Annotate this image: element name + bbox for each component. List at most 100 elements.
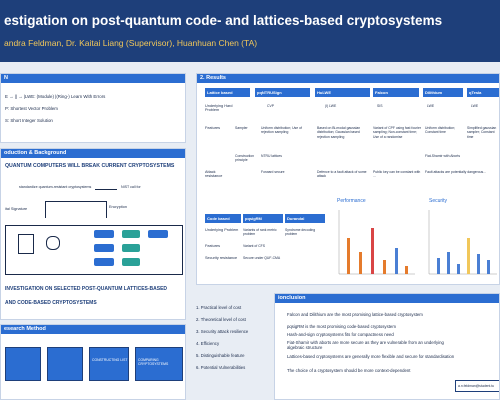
nist-diagram: standardize quantum-resistant cryptosyst… xyxy=(5,175,183,225)
code-row-label-3: Security resistance xyxy=(205,256,238,260)
security-chart xyxy=(428,210,497,275)
conclusion-bullet-2: pqsigRM is the most promising code-based… xyxy=(287,324,396,329)
flow-chip-2 xyxy=(122,230,140,238)
performance-chart xyxy=(338,210,415,275)
research-method-panel: esearch Method CONSTRUCTING LIST COMPARI… xyxy=(0,324,186,400)
performance-bar-2 xyxy=(359,252,362,274)
performance-bar-1 xyxy=(347,238,350,274)
cell-att-3: Public key can be constant with ... xyxy=(373,170,421,179)
table-header-falcon: Falcon xyxy=(373,88,419,97)
security-bar-4 xyxy=(467,238,470,274)
conclusion-panel: ionclusion Falcon and Dilithium are the … xyxy=(274,293,500,400)
rq-1: 1. Practical level of cost xyxy=(196,305,242,310)
flow-lock-icon xyxy=(46,236,60,250)
question-line-1: INVESTIGATION ON SELECTED POST-QUANTUM L… xyxy=(5,286,168,292)
poster-title: estigation on post-quantum code- and lat… xyxy=(4,13,443,28)
research-questions: 1. Practical level of cost 2. Theoretica… xyxy=(192,295,272,375)
code-header-code-based: Code based xyxy=(205,214,241,223)
diagram-arrow-line xyxy=(95,189,117,190)
rq-6: 6. Potential Vulnerabilities xyxy=(196,365,246,370)
security-chart-title: Security xyxy=(429,198,448,204)
cell-hp-3: SIS xyxy=(377,104,383,108)
performance-bar-4 xyxy=(383,260,386,274)
results-panel: 2. Results Lattice based pqNTRUSign HuLW… xyxy=(196,73,500,285)
row-label-hard-problem: Underlying Hard Problem xyxy=(205,104,233,112)
security-bar-6 xyxy=(487,260,490,274)
cell-constr-0: Construction principle xyxy=(235,154,255,163)
method-tile-3-label: CONSTRUCTING LIST xyxy=(92,358,128,362)
conclusion-bullet-1: Falcon and Dilithium are the most promis… xyxy=(287,312,423,317)
question-line-2: AND CODE-BASED CRYPTOSYSTEMS xyxy=(5,300,97,306)
cell-att-2: Defence to a fault attack of some attack xyxy=(317,170,367,179)
cell-hp-2: (I) LWE xyxy=(325,104,337,108)
flow-chip-1 xyxy=(94,230,114,238)
research-method-bar: esearch Method xyxy=(1,325,185,334)
code-row-label-1: Underlying Problem xyxy=(205,228,239,232)
cell-feat-3: Variant of CPF using fast fourier sampli… xyxy=(373,126,421,139)
flow-chip-5 xyxy=(122,244,140,252)
conclusion-bar: ionclusion xyxy=(275,294,499,303)
cell-feat-5: Simplified gaussian sampler; Constant ti… xyxy=(467,126,497,139)
poster-header: estigation on post-quantum code- and lat… xyxy=(0,0,500,62)
code-cell-1-1: Variants of rank metric problem xyxy=(243,228,277,237)
method-tile-1 xyxy=(5,347,41,381)
table-header-qtesla: qTesla xyxy=(467,88,499,97)
security-bar-2 xyxy=(447,252,450,274)
security-bar-1 xyxy=(437,258,440,274)
method-tile-4: COMPARING CRYPTOSYSTEMS xyxy=(135,347,183,381)
abbrev-line-2: P: Shortest Vector Problem xyxy=(5,106,58,111)
contact-box: a.n.feldman@student.tu xyxy=(455,380,499,392)
cell-hp-1: CVP xyxy=(267,104,274,108)
code-row-label-2: Features xyxy=(205,244,220,248)
cell-att-4: Fault attacks are potentially dangerous.… xyxy=(425,170,487,174)
performance-chart-title: Performance xyxy=(337,198,366,204)
flow-chip-6 xyxy=(94,258,114,266)
table-header-dilithium: Dilithium xyxy=(423,88,463,97)
contact-email[interactable]: a.n.feldman@student.tu xyxy=(458,384,494,388)
conclusion-bullet-3: Hash-and-sign cryptosystems fits for com… xyxy=(287,332,394,337)
row-label-attack: Attack resistance xyxy=(205,170,223,178)
conclusion-bullet-4: Fiat-Shamir with aborts are more secure … xyxy=(287,340,444,350)
background-panel: oduction & Background QUANTUM COMPUTERS … xyxy=(0,148,186,320)
rq-2: 2. Theoretical level of cost xyxy=(196,317,246,322)
code-cell-3-1: Secure under QUF-CMA xyxy=(243,256,281,260)
code-header-durandal: Durandal xyxy=(285,214,325,223)
method-tile-2 xyxy=(47,347,83,381)
diagram-text-4: ital Signature xyxy=(5,207,28,211)
rq-5: 5. Distinguishable feature xyxy=(196,353,245,358)
flow-doc-icon xyxy=(18,234,34,254)
cell-att-1: Forward secure xyxy=(261,170,285,174)
code-cell-1-2: Syndrome decoding problem xyxy=(285,228,316,237)
method-tile-3: CONSTRUCTING LIST xyxy=(89,347,129,381)
diagram-text-3: Encryption xyxy=(109,205,127,209)
rq-4: 4. Efficiency xyxy=(196,341,220,346)
crypto-flow-diagram xyxy=(5,225,183,275)
cell-feat-0: Sampler xyxy=(235,126,248,130)
rq-3: 3. Security attack resilience xyxy=(196,329,249,334)
security-bar-5 xyxy=(477,254,480,274)
method-tile-4-label: COMPARING CRYPTOSYSTEMS xyxy=(138,358,169,366)
results-bar: 2. Results xyxy=(197,74,499,83)
cell-constr-1: NTRU lattices xyxy=(261,154,282,158)
abbrev-line-1: E → || → |LWE: (Module) |(Ring-) Learn W… xyxy=(5,94,106,99)
performance-bar-6 xyxy=(405,266,408,274)
cell-constr-4: Fiat-Shamir with Aborts xyxy=(425,154,461,158)
table-header-pqntrusign: pqNTRUSign xyxy=(255,88,310,97)
diagram-branch-line xyxy=(45,201,107,218)
cell-feat-4: Uniform distribution; Constant time xyxy=(425,126,456,135)
flow-chip-7 xyxy=(122,258,140,266)
security-bar-3 xyxy=(457,264,460,274)
table-header-lattice: Lattice based xyxy=(205,88,250,97)
cell-hp-4: LWE xyxy=(427,104,435,108)
diagram-text-2: NIST call for xyxy=(121,185,141,189)
flow-chip-3 xyxy=(148,230,168,238)
flow-chip-4 xyxy=(94,244,114,252)
code-cell-2-1: Variant of CFS xyxy=(243,244,265,248)
performance-bar-3 xyxy=(371,228,374,274)
row-label-features: Features xyxy=(205,126,220,130)
cell-feat-1: Uniform distribution; Use of rejection s… xyxy=(261,126,302,135)
conclusion-bullet-6: The choice of a cryptosystem should be m… xyxy=(287,368,411,373)
cell-feat-2: Based on Bi-modal gaussian distribution;… xyxy=(317,126,361,139)
performance-bar-5 xyxy=(395,248,398,274)
conclusion-bullet-5: Lattices-based cryptosystems are general… xyxy=(287,354,455,359)
